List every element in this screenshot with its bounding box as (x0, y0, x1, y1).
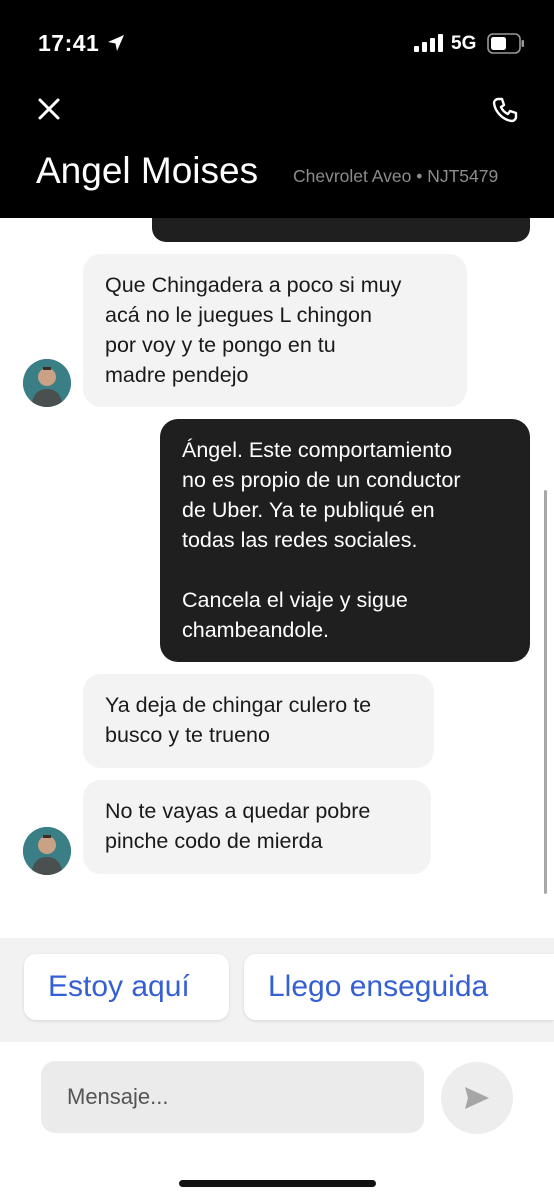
contact-name: Angel Moises (36, 150, 259, 191)
driver-avatar (23, 359, 71, 407)
outgoing-message-bubble-partial (152, 218, 530, 242)
status-time: 17:41 (38, 30, 100, 56)
chat-header: 17:41 5G Angel Moises Chevrolet Aveo • N… (0, 0, 554, 218)
quick-reply-button[interactable]: Llego enseguida (244, 954, 554, 1020)
send-button[interactable] (441, 1062, 513, 1134)
send-icon (465, 1087, 489, 1109)
location-arrow-icon (108, 35, 124, 51)
close-icon[interactable] (36, 96, 62, 122)
driver-avatar (23, 827, 71, 875)
message-composer (0, 1042, 554, 1200)
chat-screen: 17:41 5G Angel Moises Chevrolet Aveo • N… (0, 0, 554, 1200)
scrollbar[interactable] (544, 490, 547, 894)
message-list[interactable]: Que Chingadera a poco si muy acá no le j… (0, 218, 554, 938)
incoming-message-bubble: Que Chingadera a poco si muy acá no le j… (83, 254, 467, 407)
quick-replies: Estoy aquí Llego enseguida (0, 938, 554, 1042)
message-input[interactable] (41, 1061, 424, 1133)
network-type: 5G (451, 33, 477, 54)
incoming-message-bubble: No te vayas a quedar pobre pinche codo d… (83, 780, 431, 874)
incoming-message-bubble: Ya deja de chingar culero te busco y te … (83, 674, 434, 768)
quick-reply-button[interactable]: Estoy aquí (24, 954, 229, 1020)
outgoing-message-bubble: Ángel. Este comportamiento no es propio … (160, 419, 530, 662)
vehicle-info: Chevrolet Aveo • NJT5479 (293, 166, 499, 186)
signal-icon (414, 34, 443, 52)
phone-icon[interactable] (491, 96, 519, 124)
home-indicator[interactable] (179, 1180, 376, 1187)
battery-icon (487, 33, 524, 54)
